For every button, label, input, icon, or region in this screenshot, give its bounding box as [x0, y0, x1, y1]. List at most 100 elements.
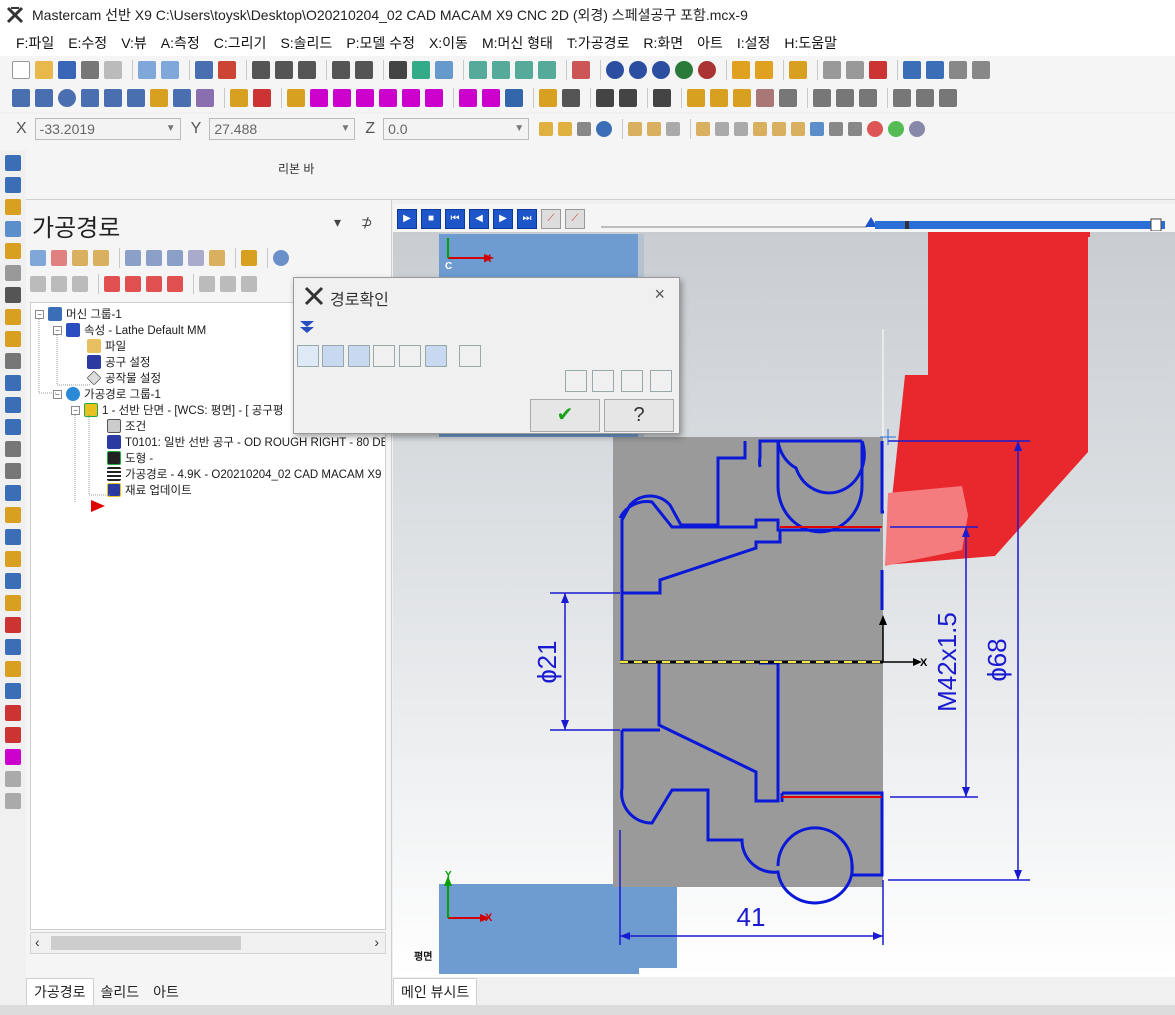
- toolpath-transform-icon[interactable]: [5, 705, 21, 721]
- refresh-icon[interactable]: [666, 122, 681, 136]
- point-icon[interactable]: [12, 89, 30, 107]
- solid-check-icon[interactable]: [859, 89, 877, 107]
- array-icon[interactable]: [402, 89, 420, 107]
- lathe-thread-icon[interactable]: [5, 309, 21, 325]
- zoom-target-icon[interactable]: [298, 61, 316, 79]
- solid-select-icon[interactable]: [753, 122, 768, 136]
- menu-edit[interactable]: E:수정: [68, 33, 107, 53]
- play-icon[interactable]: ▶: [397, 209, 417, 229]
- trim-icon[interactable]: [230, 89, 248, 107]
- home-icon[interactable]: [5, 155, 21, 171]
- menu-toolpaths[interactable]: T:가공경로: [567, 33, 629, 53]
- analyze-icon[interactable]: [846, 61, 864, 79]
- snap-icon[interactable]: [558, 122, 573, 136]
- shade-verify-icon[interactable]: [425, 345, 447, 367]
- zoom-window-icon[interactable]: [218, 61, 236, 79]
- scroll-left-icon[interactable]: ‹: [35, 934, 40, 950]
- step-back-icon[interactable]: ◀: [469, 209, 489, 229]
- mask-icon[interactable]: [696, 122, 711, 136]
- view-top-icon[interactable]: [412, 61, 430, 79]
- cube-iso-icon[interactable]: [469, 61, 487, 79]
- display-endpoints-icon[interactable]: [399, 345, 421, 367]
- save-geometry-icon[interactable]: [650, 370, 672, 392]
- save-icon[interactable]: [58, 61, 76, 79]
- measure-icon[interactable]: [823, 61, 841, 79]
- cube-front-icon[interactable]: [515, 61, 533, 79]
- c-axis-icon[interactable]: [5, 485, 21, 501]
- menu-machine-type[interactable]: M:머신 형태: [482, 33, 553, 53]
- menu-file[interactable]: F:파일: [16, 33, 54, 53]
- material-icon[interactable]: [675, 61, 693, 79]
- rotate-xform-icon[interactable]: [333, 89, 351, 107]
- autocursor-icon[interactable]: [539, 122, 554, 136]
- z-coord-field[interactable]: 0.0 ▼: [383, 118, 530, 140]
- preview-icon[interactable]: [104, 61, 122, 79]
- tab-solids[interactable]: 솔리드: [94, 979, 147, 1005]
- lathe-bore-icon[interactable]: [5, 353, 21, 369]
- leader-icon[interactable]: [562, 89, 580, 107]
- open-icon[interactable]: [35, 61, 53, 79]
- help-icon[interactable]: [273, 250, 289, 266]
- vertex-select-icon[interactable]: [829, 122, 844, 136]
- line-style-icon[interactable]: [755, 61, 773, 79]
- post-g1-icon[interactable]: [188, 250, 204, 266]
- simulate-icon[interactable]: [167, 250, 183, 266]
- move-down-icon[interactable]: [104, 276, 120, 292]
- high-feed-icon[interactable]: [241, 250, 257, 266]
- cylinder-icon[interactable]: [150, 89, 168, 107]
- zoom-80-icon[interactable]: [355, 61, 373, 79]
- scroll-right-icon[interactable]: ›: [374, 934, 379, 950]
- stock-model-icon[interactable]: [5, 727, 21, 743]
- rectangle-icon[interactable]: [81, 89, 99, 107]
- pencil-icon[interactable]: [732, 61, 750, 79]
- tab-toolpaths[interactable]: 가공경로: [26, 978, 94, 1005]
- grid-icon[interactable]: [869, 61, 887, 79]
- stock-transfer-icon[interactable]: [5, 397, 21, 413]
- toolpath-copy-icon[interactable]: [5, 661, 21, 677]
- chuck-icon[interactable]: [5, 419, 21, 435]
- scale-icon[interactable]: [356, 89, 374, 107]
- mirror-icon[interactable]: [310, 89, 328, 107]
- menu-screen[interactable]: R:화면: [643, 33, 683, 53]
- lathe-drill-icon[interactable]: [5, 243, 21, 259]
- dim-vertical-icon[interactable]: [619, 89, 637, 107]
- window-select-icon[interactable]: [715, 122, 730, 136]
- print-icon[interactable]: [81, 61, 99, 79]
- display-tool-icon[interactable]: [322, 345, 344, 367]
- c-axis-drill-icon[interactable]: [5, 529, 21, 545]
- scroll-to-icon[interactable]: [167, 276, 183, 292]
- zoom-out-icon[interactable]: [275, 61, 293, 79]
- stretch-icon[interactable]: [425, 89, 443, 107]
- gear-icon[interactable]: [903, 61, 921, 79]
- view-front-icon[interactable]: [435, 61, 453, 79]
- ok-button[interactable]: ✔: [530, 399, 600, 432]
- menu-xform[interactable]: X:이동: [429, 33, 468, 53]
- lathe-rough-icon[interactable]: [5, 199, 21, 215]
- cube-side-icon[interactable]: [538, 61, 556, 79]
- c-axis-contour-icon[interactable]: [5, 507, 21, 523]
- table-icon[interactable]: [482, 89, 500, 107]
- toggle-post-icon[interactable]: [72, 276, 88, 292]
- toolpath-filter-icon[interactable]: [199, 276, 215, 292]
- menu-art[interactable]: 아트: [697, 33, 723, 53]
- tailstock-icon[interactable]: [756, 89, 774, 107]
- fillet-icon[interactable]: [104, 89, 122, 107]
- menu-analyze[interactable]: A:측정: [161, 33, 200, 53]
- scroll-thumb[interactable]: [51, 936, 241, 950]
- selection-toggle-icon[interactable]: [848, 122, 863, 136]
- lathe-groove-icon[interactable]: [5, 287, 21, 303]
- regen-icon[interactable]: [72, 250, 88, 266]
- redo-icon[interactable]: [161, 61, 179, 79]
- utility-icon[interactable]: [5, 771, 21, 787]
- rewind-start-icon[interactable]: ⏮: [445, 209, 465, 229]
- fit-icon[interactable]: [195, 61, 213, 79]
- toolpath-show-icon[interactable]: [241, 276, 257, 292]
- mill-delete-icon[interactable]: [5, 617, 21, 633]
- report-icon[interactable]: [926, 61, 944, 79]
- mill-icon[interactable]: [5, 551, 21, 567]
- rotate-icon[interactable]: [389, 61, 407, 79]
- expand-options-icon[interactable]: [297, 317, 319, 339]
- configure-icon[interactable]: [459, 345, 481, 367]
- texture-icon[interactable]: [698, 61, 716, 79]
- sphere-icon[interactable]: [629, 61, 647, 79]
